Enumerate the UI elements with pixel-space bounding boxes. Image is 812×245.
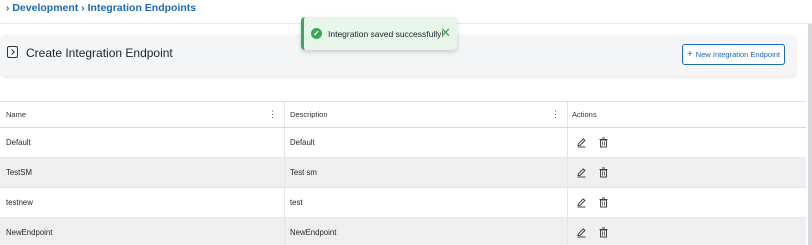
plus-icon: + — [686, 48, 693, 60]
cell-description: test — [285, 188, 568, 217]
cell-name: TestSM — [0, 158, 285, 187]
breadcrumb-separator: › — [81, 2, 85, 14]
column-menu-icon[interactable]: ⋮ — [268, 110, 277, 119]
table-row[interactable]: NewEndpoint NewEndpoint — [0, 218, 806, 245]
breadcrumb-item-development[interactable]: Development — [12, 2, 78, 14]
column-header-label: Actions — [572, 110, 597, 119]
vertical-scrollbar[interactable] — [808, 24, 812, 245]
column-header-description[interactable]: Description ⋮ — [285, 102, 568, 127]
cell-description: Test sm — [285, 158, 568, 187]
delete-icon[interactable] — [598, 197, 609, 208]
new-integration-endpoint-button[interactable]: + New Integration Endpoint — [682, 44, 785, 65]
column-header-name[interactable]: Name ⋮ — [0, 102, 285, 127]
edit-icon[interactable] — [576, 167, 587, 178]
table-row[interactable]: Default Default — [0, 128, 806, 158]
breadcrumb: › Development › Integration Endpoints — [3, 1, 196, 15]
cell-name: NewEndpoint — [0, 218, 285, 245]
table-row[interactable]: testnew test — [0, 188, 806, 218]
panel-collapse-icon[interactable] — [7, 46, 18, 58]
edit-icon[interactable] — [576, 227, 587, 238]
cell-description: NewEndpoint — [285, 218, 568, 245]
app-root: › Development › Integration Endpoints ✓ … — [0, 0, 812, 245]
breadcrumb-item-integration-endpoints[interactable]: Integration Endpoints — [88, 2, 197, 14]
delete-icon[interactable] — [598, 227, 609, 238]
new-button-label: New Integration Endpoint — [695, 50, 781, 59]
cell-name: Default — [0, 128, 285, 157]
cell-actions — [568, 128, 806, 157]
endpoints-table: Name ⋮ Description ⋮ Actions Default Def… — [0, 101, 806, 245]
delete-icon[interactable] — [598, 167, 609, 178]
cell-actions — [568, 218, 806, 245]
column-header-actions: Actions — [568, 102, 806, 127]
table-header-row: Name ⋮ Description ⋮ Actions — [0, 102, 806, 128]
delete-icon[interactable] — [598, 137, 609, 148]
success-toast: ✓ Integration saved successfully! ✕ — [301, 17, 457, 50]
edit-icon[interactable] — [576, 137, 587, 148]
column-header-label: Name — [6, 110, 27, 119]
cell-actions — [568, 188, 806, 217]
cell-description: Default — [285, 128, 568, 157]
toast-message: Integration saved successfully! — [328, 28, 444, 39]
cell-actions — [568, 158, 806, 187]
close-icon[interactable]: ✕ — [440, 26, 451, 39]
edit-icon[interactable] — [576, 197, 587, 208]
page-title: Create Integration Endpoint — [26, 46, 173, 60]
column-header-label: Description — [290, 110, 328, 119]
column-menu-icon[interactable]: ⋮ — [551, 110, 560, 119]
table-row[interactable]: TestSM Test sm — [0, 158, 806, 188]
cell-name: testnew — [0, 188, 285, 217]
breadcrumb-chevron-icon: › — [6, 2, 10, 14]
check-circle-icon: ✓ — [311, 28, 322, 39]
